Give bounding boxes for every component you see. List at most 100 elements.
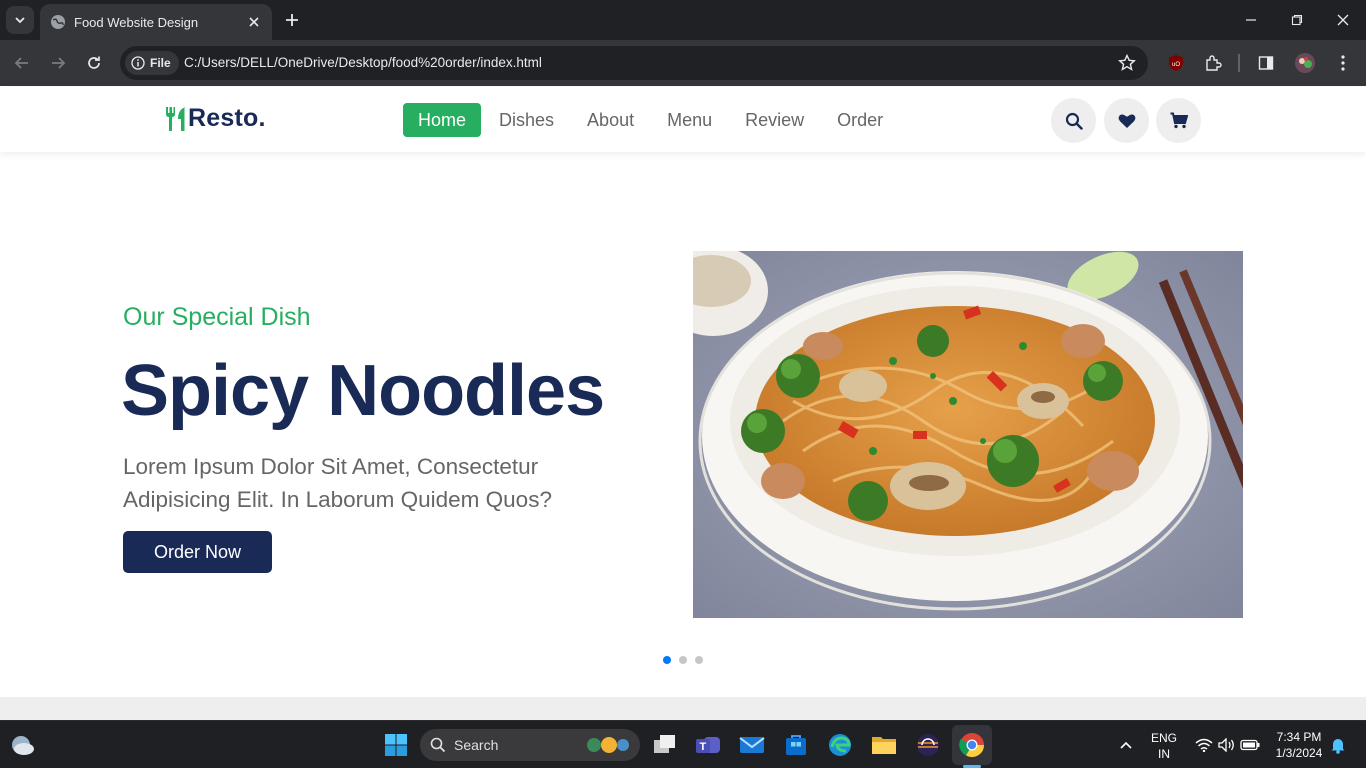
- wishlist-button[interactable]: [1104, 98, 1149, 143]
- avatar-icon: [1295, 53, 1315, 73]
- more-vertical-icon: [1341, 55, 1345, 71]
- windows-logo-icon: [385, 734, 407, 756]
- clock-date: 1/3/2024: [1275, 746, 1323, 760]
- chip-label: File: [150, 56, 171, 70]
- nav-menu[interactable]: Menu: [649, 103, 727, 137]
- shield-icon: uO: [1169, 55, 1183, 71]
- slider-pagination: [663, 656, 703, 664]
- minimize-icon: [1246, 19, 1256, 21]
- info-icon: [131, 56, 145, 70]
- new-tab-icon[interactable]: [282, 10, 302, 30]
- forward-button[interactable]: [46, 51, 70, 75]
- side-panel-button[interactable]: [1255, 52, 1277, 74]
- nav-home[interactable]: Home: [403, 103, 482, 137]
- nav-dishes[interactable]: Dishes: [481, 103, 569, 137]
- cart-button[interactable]: [1156, 98, 1201, 143]
- svg-text:T: T: [700, 741, 707, 753]
- spicy-noodles-image: [693, 251, 1243, 618]
- close-tab-icon[interactable]: [246, 14, 262, 30]
- site-logo[interactable]: Resto.: [164, 104, 266, 133]
- ublock-extension-icon[interactable]: uO: [1165, 52, 1187, 74]
- language-region: IN: [1158, 747, 1170, 761]
- puzzle-icon: [1206, 55, 1222, 71]
- battery-status[interactable]: [1236, 731, 1264, 759]
- weather-widget[interactable]: [9, 731, 37, 759]
- search-highlight-icon: [587, 737, 629, 753]
- restore-icon: [1291, 14, 1303, 26]
- show-hidden-icons-button[interactable]: [1112, 731, 1140, 759]
- site-info-chip[interactable]: File: [125, 51, 179, 75]
- reload-icon: [88, 56, 100, 69]
- close-icon: [1337, 14, 1349, 26]
- teams-icon: T: [696, 737, 720, 753]
- extensions-button[interactable]: [1202, 52, 1224, 74]
- svg-text:uO: uO: [1172, 62, 1180, 68]
- url-text[interactable]: C:/Users/DELL/OneDrive/Desktop/food%20or…: [184, 55, 542, 70]
- heart-icon: [1118, 113, 1135, 128]
- restore-button[interactable]: [1274, 0, 1320, 40]
- forward-arrow-icon: [52, 57, 66, 69]
- utensils-icon: [166, 106, 186, 131]
- mail-app[interactable]: [738, 731, 766, 759]
- search-icon: [430, 737, 446, 753]
- taskbar-search[interactable]: Search: [420, 729, 640, 761]
- close-window-button[interactable]: [1320, 0, 1366, 40]
- profile-avatar[interactable]: [1294, 52, 1316, 74]
- reload-button[interactable]: [82, 51, 106, 75]
- bookmark-star-icon[interactable]: [1118, 54, 1136, 72]
- logo-text: Resto.: [188, 104, 266, 132]
- slider-dot-2[interactable]: [679, 656, 687, 664]
- nav-order[interactable]: Order: [819, 103, 898, 137]
- mail-icon: [739, 737, 765, 753]
- eclipse-icon: [917, 734, 939, 756]
- hero-subtitle: Our Special Dish: [123, 303, 311, 331]
- slider-dot-3[interactable]: [695, 656, 703, 664]
- battery-icon: [1240, 739, 1260, 751]
- globe-icon: [51, 15, 65, 29]
- main-nav: Home Dishes About Menu Review Order: [403, 103, 898, 137]
- tab-title: Food Website Design: [74, 14, 199, 30]
- browser-tab-strip: Food Website Design: [0, 0, 1366, 40]
- browser-menu-button[interactable]: [1332, 52, 1354, 74]
- nav-about[interactable]: About: [569, 103, 649, 137]
- eclipse-app[interactable]: [914, 731, 942, 759]
- folder-icon: [872, 737, 896, 754]
- chrome-app-active[interactable]: [952, 725, 992, 765]
- slider-dot-1[interactable]: [663, 656, 671, 664]
- order-now-button[interactable]: Order Now: [123, 531, 272, 573]
- file-explorer-app[interactable]: [870, 731, 898, 759]
- hero-title: Spicy Noodles: [121, 351, 605, 431]
- cloud-moon-icon: [12, 736, 34, 755]
- address-bar[interactable]: File C:/Users/DELL/OneDrive/Desktop/food…: [120, 46, 1148, 80]
- next-section-edge: [0, 697, 1366, 720]
- volume-icon: [1218, 738, 1234, 752]
- windows-taskbar: Search T ENG IN 7:34 PM 1/3/2024: [0, 720, 1366, 768]
- bell-icon: [1331, 739, 1345, 754]
- browser-tab[interactable]: Food Website Design: [40, 4, 272, 40]
- back-button[interactable]: [10, 51, 34, 75]
- chevron-up-icon: [1120, 741, 1132, 749]
- edge-icon: [829, 734, 851, 756]
- task-view-button[interactable]: [651, 731, 679, 759]
- tab-search-button[interactable]: [6, 6, 34, 34]
- search-button[interactable]: [1051, 98, 1096, 143]
- cart-icon: [1170, 112, 1188, 129]
- start-button[interactable]: [382, 731, 410, 759]
- store-icon: [786, 735, 806, 755]
- language-indicator[interactable]: ENG IN: [1148, 730, 1180, 762]
- store-app[interactable]: [782, 731, 810, 759]
- task-view-icon: [654, 735, 675, 753]
- taskbar-search-label: Search: [454, 737, 499, 753]
- minimize-button[interactable]: [1228, 0, 1274, 40]
- notifications-button[interactable]: [1324, 731, 1352, 759]
- chevron-down-icon: [15, 17, 25, 24]
- nav-review[interactable]: Review: [727, 103, 819, 137]
- clock[interactable]: 7:34 PM 1/3/2024: [1268, 729, 1330, 761]
- edge-app[interactable]: [826, 731, 854, 759]
- chrome-icon: [959, 733, 984, 758]
- clock-time: 7:34 PM: [1276, 730, 1322, 744]
- language-code: ENG: [1150, 731, 1177, 745]
- teams-app[interactable]: T: [694, 731, 722, 759]
- browser-toolbar: File C:/Users/DELL/OneDrive/Desktop/food…: [0, 40, 1366, 86]
- site-header: Resto. Home Dishes About Menu Review Ord…: [0, 87, 1366, 152]
